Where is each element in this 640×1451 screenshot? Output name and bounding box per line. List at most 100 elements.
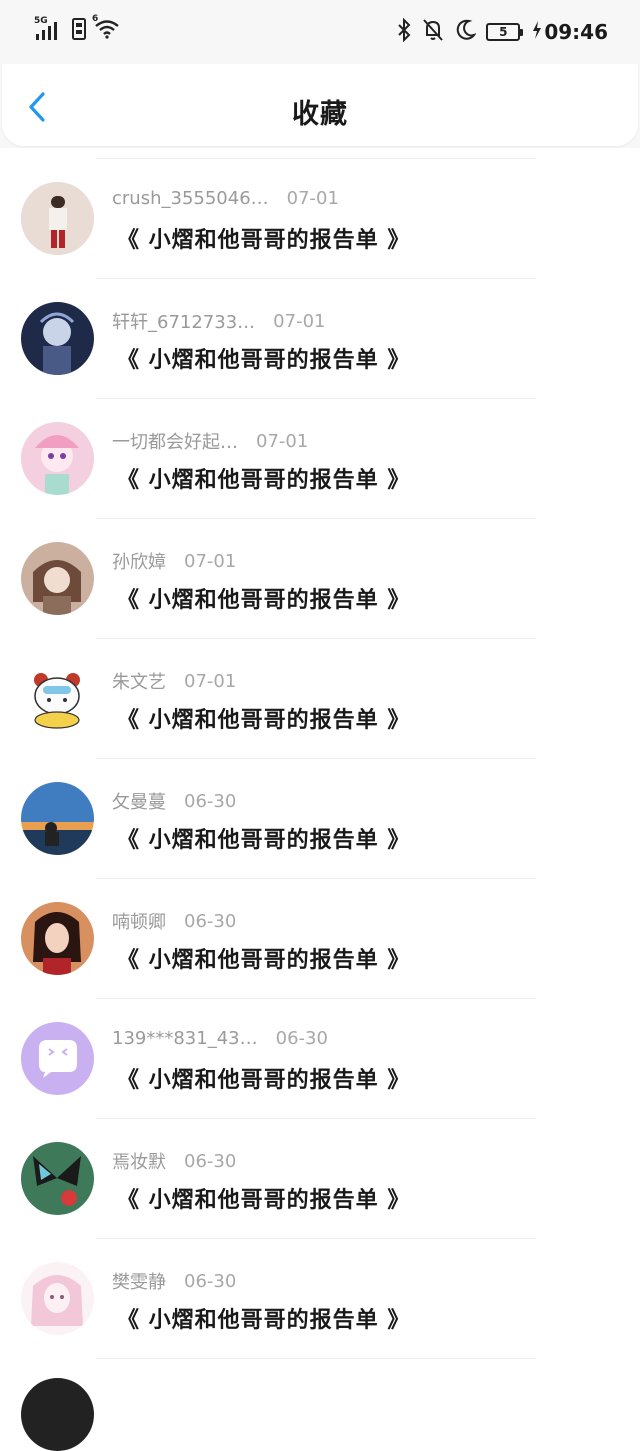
wifi-icon: 6: [92, 14, 120, 44]
item-title[interactable]: 《 小熠和他哥哥的报告单 》: [117, 1062, 410, 1094]
divider: [96, 998, 536, 999]
moon-icon: [454, 19, 478, 45]
item-meta: 轩轩_6712733… 07-01: [112, 308, 325, 334]
list-item[interactable]: 焉妆默 06-30 《 小熠和他哥哥的报告单 》: [0, 1118, 640, 1238]
username[interactable]: 轩轩_6712733…: [112, 308, 255, 334]
avatar[interactable]: [21, 782, 94, 855]
item-meta: 攵曼蔓 06-30: [112, 788, 236, 814]
list-item[interactable]: 朱文艺 07-01 《 小熠和他哥哥的报告单 》: [0, 638, 640, 758]
mute-bell-icon: [422, 18, 444, 46]
avatar-photo-icon: [21, 302, 94, 375]
avatar[interactable]: [21, 662, 94, 735]
avatar-photo-icon: [21, 782, 94, 855]
divider: [96, 1358, 536, 1359]
list-item[interactable]: 喃顿卿 06-30 《 小熠和他哥哥的报告单 》: [0, 878, 640, 998]
list-item[interactable]: crush_3555046… 07-01 《 小熠和他哥哥的报告单 》: [0, 158, 640, 278]
divider: [96, 638, 536, 639]
list-item[interactable]: 139***831_43… 06-30 《 小熠和他哥哥的报告单 》: [0, 998, 640, 1118]
divider: [96, 518, 536, 519]
bluetooth-icon: [396, 17, 412, 46]
chat-bubble-icon: [21, 1022, 94, 1095]
avatar-photo-icon: [21, 902, 94, 975]
item-meta: 一切都会好起… 07-01: [112, 428, 308, 454]
page-title: 收藏: [292, 99, 348, 130]
avatar-photo-icon: [21, 542, 94, 615]
username[interactable]: 朱文艺: [112, 668, 166, 694]
status-left: 5G 6: [34, 14, 120, 44]
username[interactable]: 焉妆默: [112, 1148, 166, 1174]
divider: [96, 398, 536, 399]
username[interactable]: crush_3555046…: [112, 188, 269, 209]
network-type: 5G: [34, 16, 48, 26]
avatar-photo-icon: [21, 1262, 94, 1335]
avatar[interactable]: [21, 902, 94, 975]
charging-icon: [532, 20, 542, 44]
avatar[interactable]: [21, 1262, 94, 1335]
favorites-list: crush_3555046… 07-01 《 小熠和他哥哥的报告单 》 轩轩_6…: [0, 158, 640, 1398]
username[interactable]: 一切都会好起…: [112, 428, 238, 454]
avatar[interactable]: [21, 182, 94, 255]
username[interactable]: 139***831_43…: [112, 1028, 258, 1049]
item-title[interactable]: 《 小熠和他哥哥的报告单 》: [117, 342, 410, 374]
divider: [96, 878, 536, 879]
item-title[interactable]: 《 小熠和他哥哥的报告单 》: [117, 1302, 410, 1334]
divider: [96, 758, 536, 759]
sim-icon: [72, 18, 86, 44]
avatar-photo-icon: [21, 182, 94, 255]
list-item[interactable]: 樊雯静 06-30 《 小熠和他哥哥的报告单 》: [0, 1238, 640, 1358]
header: 收藏: [0, 64, 640, 148]
item-title[interactable]: 《 小熠和他哥哥的报告单 》: [117, 822, 410, 854]
bear-sticker-icon: [21, 662, 94, 735]
list-item[interactable]: 一切都会好起… 07-01 《 小熠和他哥哥的报告单 》: [0, 398, 640, 518]
signal-icon: 5G: [34, 16, 64, 42]
list-item[interactable]: [0, 1358, 640, 1398]
avatar-photo-icon: [21, 422, 94, 495]
item-meta: 朱文艺 07-01: [112, 668, 236, 694]
divider: [96, 278, 536, 279]
wifi-badge: 6: [92, 14, 99, 24]
avatar[interactable]: [21, 422, 94, 495]
item-meta: 139***831_43… 06-30: [112, 1028, 328, 1049]
username[interactable]: 樊雯静: [112, 1268, 166, 1294]
item-title[interactable]: 《 小熠和他哥哥的报告单 》: [117, 942, 410, 974]
item-title[interactable]: 《 小熠和他哥哥的报告单 》: [117, 1182, 410, 1214]
item-meta: 孙欣嫜 07-01: [112, 548, 236, 574]
divider: [96, 1118, 536, 1119]
username[interactable]: 喃顿卿: [112, 908, 166, 934]
status-bar: 5G 6 5 09:46: [0, 0, 640, 64]
avatar[interactable]: [21, 302, 94, 375]
date: 06-30: [184, 1270, 237, 1292]
item-title[interactable]: 《 小熠和他哥哥的报告单 》: [117, 222, 410, 254]
list-item[interactable]: 攵曼蔓 06-30 《 小熠和他哥哥的报告单 》: [0, 758, 640, 878]
date: 06-30: [184, 910, 237, 932]
date: 07-01: [286, 188, 339, 209]
date: 07-01: [184, 550, 237, 572]
item-meta: 喃顿卿 06-30: [112, 908, 236, 934]
username[interactable]: 攵曼蔓: [112, 788, 166, 814]
item-meta: 樊雯静 06-30: [112, 1268, 236, 1294]
list-item[interactable]: 孙欣嫜 07-01 《 小熠和他哥哥的报告单 》: [0, 518, 640, 638]
username[interactable]: 孙欣嫜: [112, 548, 166, 574]
date: 06-30: [184, 790, 237, 812]
date: 07-01: [256, 430, 309, 452]
item-title[interactable]: 《 小熠和他哥哥的报告单 》: [117, 702, 410, 734]
item-meta: 焉妆默 06-30: [112, 1148, 236, 1174]
date: 06-30: [275, 1028, 328, 1049]
avatar[interactable]: [21, 542, 94, 615]
list-item[interactable]: 轩轩_6712733… 07-01 《 小熠和他哥哥的报告单 》: [0, 278, 640, 398]
item-title[interactable]: 《 小熠和他哥哥的报告单 》: [117, 462, 410, 494]
date: 07-01: [184, 670, 237, 692]
divider: [96, 1238, 536, 1239]
status-right: 5 09:46: [396, 17, 608, 46]
item-title[interactable]: 《 小熠和他哥哥的报告单 》: [117, 582, 410, 614]
date: 07-01: [273, 310, 326, 332]
clock: 09:46: [544, 20, 608, 44]
divider: [96, 158, 536, 159]
butterfly-photo-icon: [21, 1142, 94, 1215]
avatar[interactable]: [21, 1378, 94, 1451]
date: 06-30: [184, 1150, 237, 1172]
avatar[interactable]: [21, 1022, 94, 1095]
header-card: 收藏: [2, 64, 638, 146]
battery-icon: 5: [486, 23, 524, 41]
avatar[interactable]: [21, 1142, 94, 1215]
